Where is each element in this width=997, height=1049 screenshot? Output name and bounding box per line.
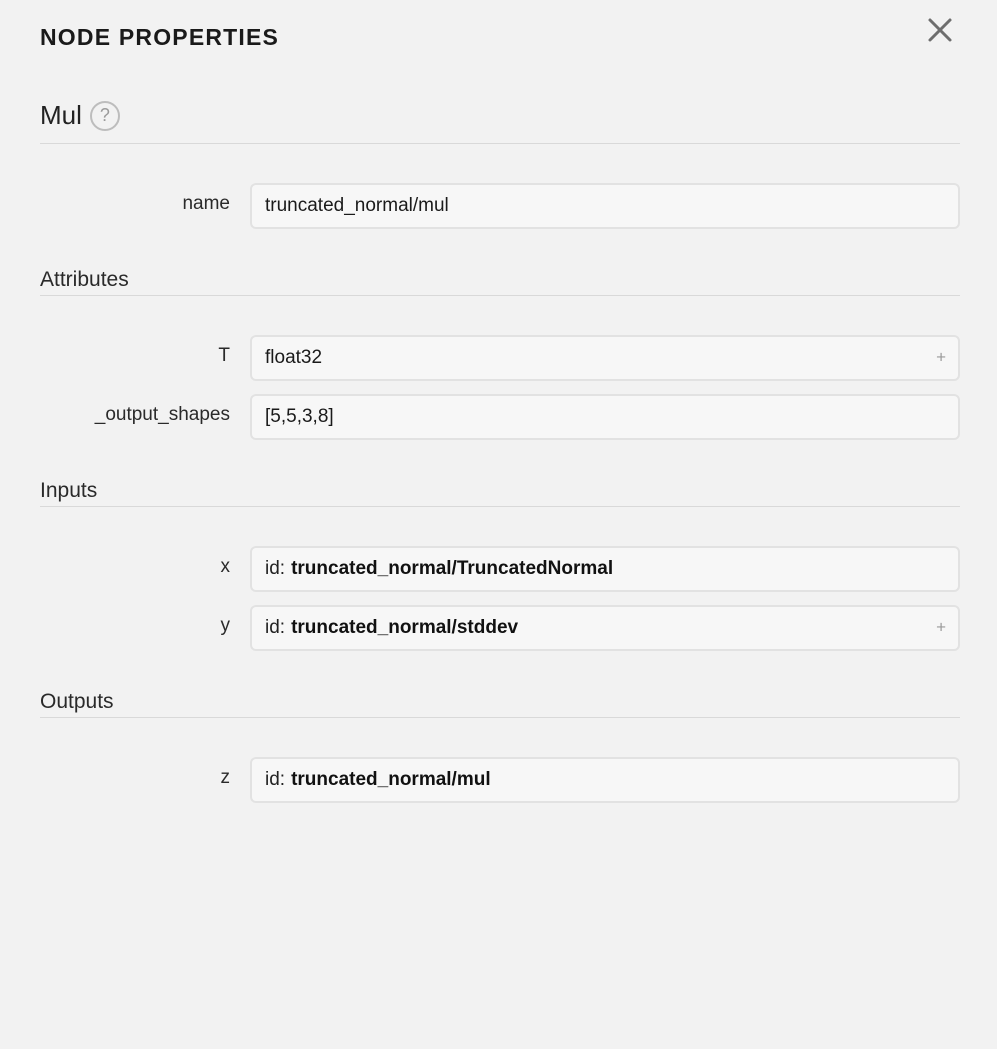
input-value-x: truncated_normal/TruncatedNormal — [291, 558, 614, 579]
expand-plus-icon[interactable]: + — [936, 348, 946, 368]
attribute-field-T[interactable]: float32 + — [250, 335, 960, 381]
input-label-x: x — [220, 556, 231, 577]
name-label: name — [182, 193, 230, 214]
panel-title: NODE PROPERTIES — [40, 24, 280, 50]
divider — [40, 295, 960, 296]
input-id-prefix: id: — [265, 558, 286, 579]
output-id-prefix: id: — [265, 769, 286, 790]
attribute-label-T: T — [218, 345, 230, 366]
close-icon — [928, 18, 952, 42]
node-type-label: Mul — [40, 100, 82, 130]
name-field[interactable]: truncated_normal/mul — [250, 183, 960, 229]
attribute-field-output-shapes[interactable]: [5,5,3,8] — [250, 394, 960, 440]
divider — [40, 506, 960, 507]
name-value: truncated_normal/mul — [265, 195, 449, 216]
inputs-section-title: Inputs — [40, 479, 98, 502]
divider — [40, 717, 960, 718]
input-id-prefix: id: — [265, 617, 286, 638]
expand-plus-icon[interactable]: + — [936, 618, 946, 638]
output-value-z: truncated_normal/mul — [291, 769, 491, 790]
outputs-section-title: Outputs — [40, 690, 114, 713]
attributes-section-title: Attributes — [40, 268, 129, 291]
input-field-y[interactable]: id: truncated_normal/stddev + — [250, 605, 960, 651]
input-value-y: truncated_normal/stddev — [291, 617, 519, 638]
close-button[interactable] — [924, 14, 956, 46]
help-icon[interactable]: ? — [89, 100, 120, 131]
input-label-y: y — [220, 615, 231, 636]
node-properties-panel: NODE PROPERTIES Mul ? name truncated_nor… — [0, 0, 997, 1049]
node-type-header: Mul ? — [40, 100, 120, 131]
input-field-x[interactable]: id: truncated_normal/TruncatedNormal — [250, 546, 960, 592]
attribute-value-T: float32 — [265, 347, 323, 368]
output-field-z[interactable]: id: truncated_normal/mul — [250, 757, 960, 803]
output-label-z: z — [220, 767, 231, 788]
divider — [40, 143, 960, 144]
attribute-label-output-shapes: _output_shapes — [94, 404, 230, 425]
attribute-value-output-shapes: [5,5,3,8] — [265, 406, 334, 427]
